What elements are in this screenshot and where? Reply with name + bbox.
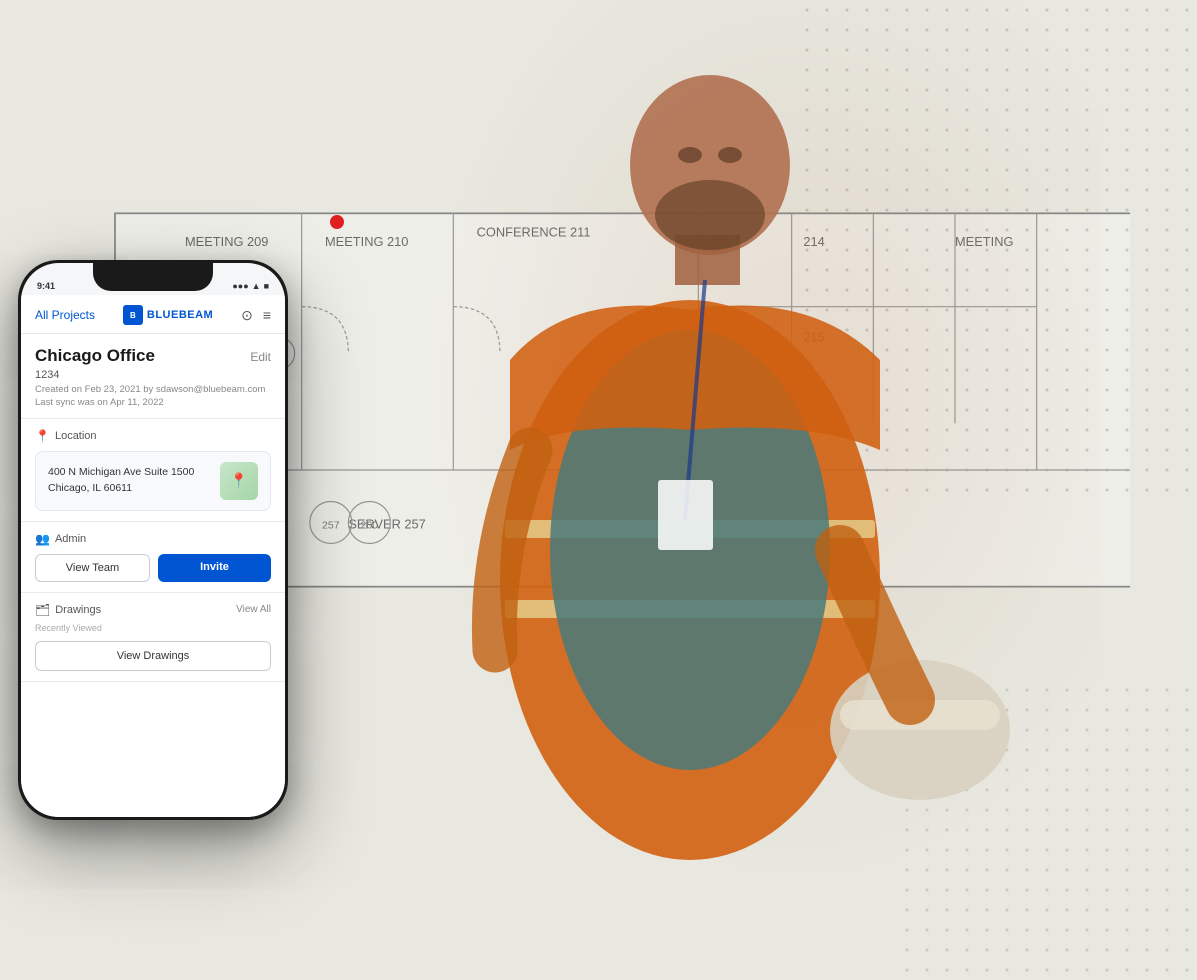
location-address: 400 N Michigan Ave Suite 1500 Chicago, I… (48, 465, 194, 497)
project-edit-button[interactable]: Edit (250, 350, 271, 364)
nav-logo: B BLUEBEAM (123, 305, 213, 325)
admin-icon: 👥 (35, 532, 50, 546)
phone-outer-shell: 9:41 ●●● ▲ ■ All Projects B BLUEBEAM (18, 260, 288, 820)
recently-viewed-label: Recently Viewed (35, 623, 271, 633)
admin-section: 👥 Admin View Team Invite (21, 522, 285, 593)
map-thumbnail[interactable]: 📍 (220, 462, 258, 500)
svg-text:214: 214 (803, 234, 824, 249)
phone-nav-bar: All Projects B BLUEBEAM ⊙ ≡ (21, 295, 285, 334)
project-header: Chicago Office Edit 1234 Created on Feb … (21, 334, 285, 419)
svg-text:MEETING 210: MEETING 210 (325, 234, 408, 249)
phone-screen: 9:41 ●●● ▲ ■ All Projects B BLUEBEAM (21, 263, 285, 817)
svg-text:MEETING: MEETING (955, 234, 1013, 249)
view-team-button[interactable]: View Team (35, 554, 150, 582)
menu-icon[interactable]: ≡ (263, 307, 271, 323)
svg-text:212: 212 (710, 234, 731, 249)
svg-text:257: 257 (322, 519, 340, 531)
drawings-label: 🗂 Drawings (35, 603, 101, 617)
status-icons: ●●● ▲ ■ (232, 281, 269, 291)
view-drawings-button[interactable]: View Drawings (35, 641, 271, 671)
location-card[interactable]: 400 N Michigan Ave Suite 1500 Chicago, I… (35, 451, 271, 511)
drawings-label-text: Drawings (55, 604, 101, 616)
battery-icon: ■ (264, 281, 269, 291)
drawings-section: 🗂 Drawings View All Recently Viewed View… (21, 593, 285, 682)
svg-text:MEETING 209: MEETING 209 (185, 234, 268, 249)
phone-app-content: All Projects B BLUEBEAM ⊙ ≡ Chi (21, 295, 285, 817)
svg-text:CONFERENCE 211: CONFERENCE 211 (477, 225, 591, 240)
drawings-icon: 🗂 (35, 603, 50, 617)
user-icon[interactable]: ⊙ (241, 307, 253, 324)
bluebeam-logo-text: BLUEBEAM (147, 309, 213, 321)
invite-button[interactable]: Invite (158, 554, 271, 582)
svg-text:213: 213 (715, 330, 736, 345)
map-pin-icon: 📍 (230, 472, 247, 489)
scene-container: MEETING 209 MEETING 210 CONFERENCE 211 2… (0, 0, 1197, 980)
view-all-drawings-button[interactable]: View All (236, 604, 271, 615)
project-id: 1234 (35, 369, 271, 381)
location-label: 📍 Location (35, 429, 271, 443)
project-title: Chicago Office (35, 346, 155, 366)
bluebeam-logo-icon: B (123, 305, 143, 325)
location-label-text: Location (55, 430, 97, 442)
project-sync-meta: Last sync was on Apr 11, 2022 (35, 396, 271, 409)
phone-mockup: 9:41 ●●● ▲ ■ All Projects B BLUEBEAM (18, 260, 288, 820)
admin-label-text: Admin (55, 533, 86, 545)
project-title-row: Chicago Office Edit (35, 346, 271, 366)
location-icon: 📍 (35, 429, 50, 443)
address-line2: Chicago, IL 60611 (48, 481, 194, 497)
status-time: 9:41 (37, 281, 55, 291)
admin-label: 👥 Admin (35, 532, 271, 546)
nav-action-icons: ⊙ ≡ (241, 307, 271, 324)
blueprint-marker (330, 215, 344, 229)
wifi-icon: ▲ (252, 281, 261, 291)
drawings-header: 🗂 Drawings View All (35, 603, 271, 617)
svg-text:260: 260 (361, 519, 379, 531)
nav-all-projects[interactable]: All Projects (35, 308, 95, 322)
location-section: 📍 Location 400 N Michigan Ave Suite 1500… (21, 419, 285, 522)
team-buttons: View Team Invite (35, 554, 271, 582)
project-created-meta: Created on Feb 23, 2021 by sdawson@blueb… (35, 383, 271, 396)
address-line1: 400 N Michigan Ave Suite 1500 (48, 465, 194, 481)
signal-icon: ●●● (232, 281, 248, 291)
svg-text:215: 215 (803, 330, 824, 345)
dot-pattern-bottom (897, 680, 1197, 980)
phone-notch (93, 263, 213, 291)
